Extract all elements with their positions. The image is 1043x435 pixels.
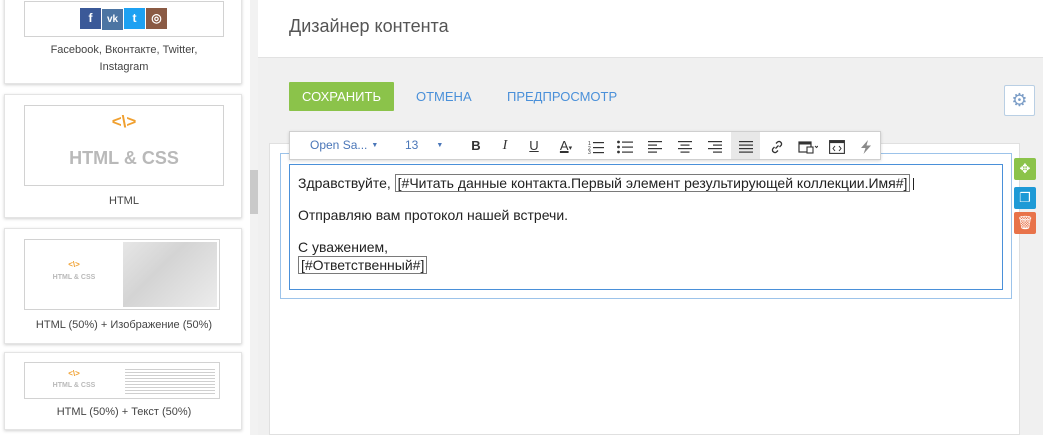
macro-contact-name[interactable]: [#Читать данные контакта.Первый элемент … <box>394 174 911 192</box>
block-html-text-thumb: <\> HTML & CSS <box>24 362 220 399</box>
font-size-select[interactable]: 13 ▼ <box>401 132 453 159</box>
unordered-list-icon[interactable] <box>613 132 637 159</box>
body-line: Отправляю вам протокол нашей встречи. <box>298 207 569 223</box>
move-icon[interactable]: ✥ <box>1014 158 1036 180</box>
panel-divider <box>250 0 258 435</box>
signature-line: [#Ответственный#] <box>298 256 428 274</box>
macro-responsible[interactable]: [#Ответственный#] <box>298 256 428 274</box>
link-icon[interactable] <box>764 132 790 159</box>
font-size-value: 13 <box>405 138 419 152</box>
twitter-icon: t <box>124 8 145 29</box>
cancel-button[interactable]: ОТМЕНА <box>416 82 472 111</box>
block-html-image-thumb: <\> HTML & CSS <box>24 239 220 310</box>
format-toolbar: Open Sa... ▼ 13 ▼ B I U A▾ 123 <box>289 131 881 160</box>
panel-scrollbar[interactable] <box>250 170 258 214</box>
delete-icon[interactable]: 🗑 <box>1014 212 1036 234</box>
block-html-text[interactable]: <\> HTML & CSS HTML (50%) + Текст (50%) <box>4 352 242 430</box>
block-html[interactable]: <\> HTML & CSS HTML <box>4 94 242 218</box>
image-placeholder <box>123 242 217 307</box>
font-family-value: Open Sa... <box>310 138 368 152</box>
facebook-icon: f <box>80 8 101 29</box>
lightning-icon[interactable] <box>854 132 878 159</box>
closing-line: С уважением, <box>298 239 389 255</box>
content-designer: Дизайнер контента СОХРАНИТЬ ОТМЕНА ПРЕДП… <box>258 0 1043 435</box>
header: Дизайнер контента <box>258 0 1043 58</box>
gear-icon[interactable]: ⚙ <box>1004 85 1035 116</box>
vk-icon: vk <box>102 9 123 30</box>
ordered-list-icon[interactable]: 123 <box>584 132 608 159</box>
chevron-down-icon: ▼ <box>436 142 444 150</box>
greeting-text: Здравствуйте, <box>298 175 391 191</box>
page-title: Дизайнер контента <box>289 16 449 36</box>
block-social-label: Facebook, Вконтакте, Twitter, Instagram <box>50 44 198 73</box>
underline-icon[interactable]: U <box>523 132 545 159</box>
align-justify-icon[interactable] <box>731 132 760 159</box>
insert-macro-icon[interactable] <box>794 132 822 159</box>
italic-icon[interactable]: I <box>494 132 516 159</box>
block-html-thumb: <\> HTML & CSS <box>24 105 224 186</box>
thumb-text: HTML & CSS <box>69 148 179 168</box>
code-brackets-icon: <\> <box>68 369 80 378</box>
block-html-label: HTML <box>109 195 139 207</box>
align-left-icon[interactable] <box>642 132 668 159</box>
greeting-line: Здравствуйте, [#Читать данные контакта.П… <box>298 174 915 192</box>
align-center-icon[interactable] <box>672 132 698 159</box>
code-brackets-icon: <\> <box>111 112 137 131</box>
bold-icon[interactable]: B <box>465 132 487 159</box>
text-cursor <box>913 178 915 190</box>
instagram-icon: ◎ <box>146 8 167 29</box>
block-html-text-label: HTML (50%) + Текст (50%) <box>56 406 192 418</box>
block-social[interactable]: f vk t ◎ Facebook, Вконтакте, Twitter, Inst… <box>4 0 242 84</box>
preview-button[interactable]: ПРЕДПРОСМОТР <box>507 82 617 111</box>
blocks-panel: f vk t ◎ Facebook, Вконтакте, Twitter, Inst… <box>0 0 250 435</box>
block-html-image-label: HTML (50%) + Изображение (50%) <box>35 319 213 331</box>
copy-icon[interactable]: ❐ <box>1014 187 1036 209</box>
text-placeholder <box>125 367 215 395</box>
source-code-icon[interactable] <box>825 132 849 159</box>
code-brackets-icon: <\> <box>68 260 80 269</box>
align-right-icon[interactable] <box>702 132 728 159</box>
text-editor[interactable]: Здравствуйте, [#Читать данные контакта.П… <box>289 164 1003 290</box>
chevron-down-icon: ▼ <box>371 142 379 150</box>
block-html-image[interactable]: <\> HTML & CSS HTML (50%) + Изображение … <box>4 228 242 344</box>
text-color-icon[interactable]: A▾ <box>553 132 579 159</box>
block-social-thumb: f vk t ◎ <box>24 1 224 37</box>
thumb-text: HTML & CSS <box>52 382 96 389</box>
svg-text:3: 3 <box>588 150 591 154</box>
font-family-select[interactable]: Open Sa... ▼ <box>306 132 388 159</box>
save-button[interactable]: СОХРАНИТЬ <box>289 82 394 111</box>
thumb-text: HTML & CSS <box>52 274 96 281</box>
